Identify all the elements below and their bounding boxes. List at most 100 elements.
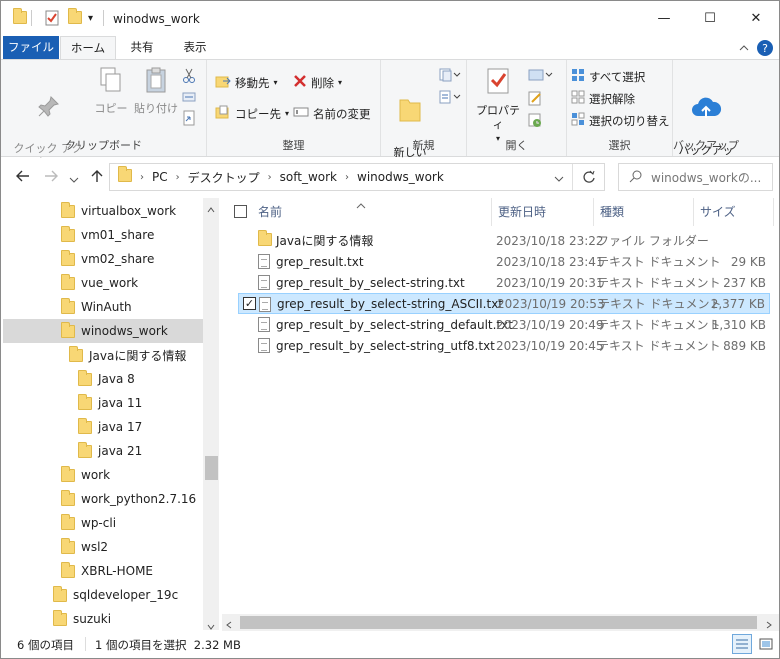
delete-button[interactable]: 削除 ▾: [293, 74, 342, 91]
copy-button[interactable]: コピー: [93, 66, 129, 116]
scroll-up-icon[interactable]: [207, 202, 215, 216]
tab-file[interactable]: ファイル: [3, 36, 59, 59]
tree-item[interactable]: java 11: [78, 391, 142, 415]
invert-selection-button[interactable]: 選択の切り替え: [571, 112, 670, 129]
tree-item[interactable]: vm01_share: [61, 223, 154, 247]
tree-item[interactable]: suzuki: [53, 607, 111, 630]
rename-button[interactable]: 名前の変更: [293, 105, 371, 122]
tree-item[interactable]: Javaに関する情報: [69, 343, 186, 367]
scroll-left-icon[interactable]: [226, 618, 232, 632]
minimize-button[interactable]: —: [641, 1, 687, 35]
address-bar[interactable]: › PC › デスクトップ › soft_work › winodws_work: [109, 163, 605, 191]
tab-home[interactable]: ホーム: [60, 36, 116, 61]
file-row[interactable]: grep_result_by_select-string_utf8.txt 20…: [238, 335, 770, 356]
paste-button[interactable]: 貼り付け: [133, 66, 179, 116]
select-none-button[interactable]: 選択解除: [571, 90, 635, 107]
cut-icon[interactable]: [182, 68, 196, 87]
column-header-type[interactable]: 種類: [594, 198, 694, 226]
folder-icon: [78, 393, 92, 410]
copy-to-label: コピー先: [235, 106, 281, 121]
scrollbar-thumb[interactable]: [205, 456, 218, 480]
folder-icon: [61, 321, 75, 338]
tree-item[interactable]: virtualbox_work: [61, 199, 176, 223]
file-type: テキスト ドキュメント: [597, 255, 721, 269]
tree-item[interactable]: vm02_share: [61, 247, 154, 271]
chevron-right-icon[interactable]: ›: [176, 172, 180, 183]
help-icon[interactable]: ?: [757, 40, 773, 56]
file-row[interactable]: grep_result_by_select-string_default.txt…: [238, 314, 770, 335]
tree-item-label: java 11: [98, 396, 143, 410]
file-row-folder[interactable]: Javaに関する情報 2023/10/18 23:22 ファイル フォルダー: [238, 230, 770, 251]
tree-item[interactable]: sqldeveloper_19c: [53, 583, 178, 607]
file-row-selected[interactable]: ✓ grep_result_by_select-string_ASCII.txt…: [238, 293, 770, 314]
refresh-icon[interactable]: [582, 170, 596, 187]
file-list-scrollbar[interactable]: [222, 614, 779, 631]
history-icon[interactable]: [527, 112, 543, 131]
forward-arrow-icon[interactable]: [43, 168, 59, 188]
search-box[interactable]: winodws_workの...: [618, 163, 773, 191]
select-all-button[interactable]: すべて選択: [571, 68, 645, 85]
breadcrumb-item[interactable]: winodws_work: [357, 170, 444, 184]
column-header-name[interactable]: 名前: [252, 198, 492, 226]
file-row[interactable]: grep_result.txt 2023/10/18 23:41 テキスト ドキ…: [238, 251, 770, 272]
edit-icon[interactable]: [527, 90, 543, 109]
properties-button[interactable]: プロパティ ▾: [473, 66, 523, 146]
details-view-icon[interactable]: [732, 634, 752, 654]
folder-icon: [61, 513, 75, 530]
tab-view[interactable]: 表示: [171, 36, 219, 59]
properties-quick-icon[interactable]: [45, 10, 59, 29]
tab-share[interactable]: 共有: [118, 36, 166, 59]
copy-to-button[interactable]: コピー先 ▾: [215, 105, 289, 122]
column-header-size[interactable]: サイズ: [694, 198, 774, 226]
move-to-icon: [215, 74, 231, 91]
tree-item[interactable]: wp-cli: [61, 511, 116, 535]
move-to-button[interactable]: 移動先 ▾: [215, 74, 278, 91]
back-arrow-icon[interactable]: [15, 168, 31, 188]
tree-item[interactable]: java 17: [78, 415, 142, 439]
tree-item[interactable]: Java 8: [78, 367, 135, 391]
tree-item[interactable]: work_python2.7.16: [61, 487, 196, 511]
tree-item[interactable]: wsl2: [61, 535, 108, 559]
tree-item[interactable]: vue_work: [61, 271, 138, 295]
select-all-checkbox[interactable]: [234, 205, 247, 218]
tree-item[interactable]: XBRL-HOME: [61, 559, 153, 583]
address-history-icon[interactable]: [554, 172, 564, 186]
close-button[interactable]: ✕: [733, 1, 779, 35]
column-header-date[interactable]: 更新日時: [492, 198, 594, 226]
copy-path-icon[interactable]: [182, 90, 196, 107]
large-icons-view-icon[interactable]: [756, 634, 776, 654]
row-checkbox-checked[interactable]: ✓: [243, 297, 256, 310]
customize-quick-access-icon[interactable]: ▾: [88, 13, 93, 24]
recent-locations-icon[interactable]: [69, 172, 79, 188]
easy-access-icon[interactable]: [439, 90, 461, 107]
open-icon[interactable]: [527, 68, 553, 85]
invert-selection-label: 選択の切り替え: [589, 113, 670, 128]
open-group-label: 開く: [505, 139, 528, 152]
nav-pane-scrollbar[interactable]: [203, 198, 219, 630]
file-row[interactable]: grep_result_by_select-string.txt 2023/10…: [238, 272, 770, 293]
tree-item[interactable]: WinAuth: [61, 295, 132, 319]
tree-item-selected[interactable]: winodws_work: [3, 319, 203, 343]
pin-icon: [9, 80, 87, 124]
scroll-right-icon[interactable]: [766, 618, 772, 632]
breadcrumb-item[interactable]: PC: [152, 170, 168, 184]
tree-item[interactable]: java 21: [78, 439, 142, 463]
paste-shortcut-icon[interactable]: [182, 110, 196, 129]
breadcrumb-item[interactable]: デスクトップ: [188, 169, 260, 186]
tree-item[interactable]: work: [61, 463, 110, 487]
chevron-right-icon[interactable]: ›: [268, 172, 272, 183]
folder-icon: [61, 225, 75, 242]
maximize-button[interactable]: ☐: [687, 1, 733, 35]
tree-item-label: XBRL-HOME: [81, 564, 153, 578]
up-arrow-icon[interactable]: [89, 168, 105, 188]
new-item-icon[interactable]: [439, 68, 461, 85]
expand-ribbon-icon[interactable]: [739, 44, 749, 54]
folder-icon: [61, 465, 75, 482]
chevron-right-icon[interactable]: ›: [345, 172, 349, 183]
breadcrumb-item[interactable]: soft_work: [280, 170, 337, 184]
scrollbar-thumb[interactable]: [240, 616, 757, 629]
new-folder-quick-icon[interactable]: [68, 8, 82, 27]
file-size: 237 KB: [723, 275, 766, 290]
move-to-label: 移動先: [235, 75, 270, 90]
search-input[interactable]: winodws_workの...: [651, 169, 761, 186]
